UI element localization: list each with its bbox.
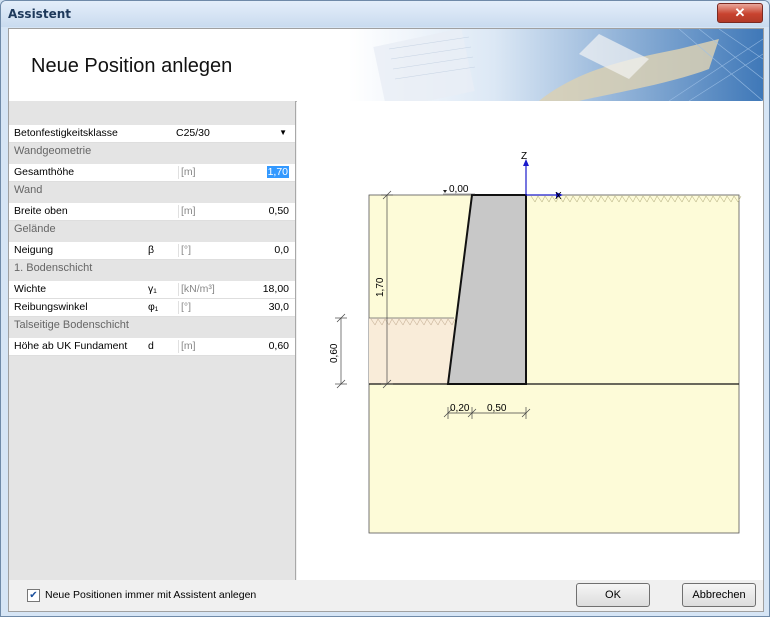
property-unit: [m]: [178, 340, 196, 353]
window-title: Assistent: [8, 7, 71, 21]
chevron-down-icon[interactable]: ▼: [279, 128, 287, 137]
title-bar: Assistent ✕: [1, 1, 769, 27]
property-value-input[interactable]: 30,0: [269, 301, 289, 313]
property-value-input[interactable]: 1,70: [266, 166, 289, 178]
property-unit: [m]: [178, 166, 196, 179]
property-category: Talseitige Bodenschicht: [9, 317, 295, 334]
property-label: Neigung: [14, 244, 54, 256]
property-category: 1. Bodenschicht: [9, 260, 295, 277]
property-label: Betonfestigkeitsklasse: [14, 127, 118, 139]
category-label: Wand: [14, 184, 43, 196]
property-row[interactable]: Wichte γ₁ [kN/m³] 18,00: [9, 281, 295, 299]
cancel-button[interactable]: Abbrechen: [682, 583, 756, 607]
always-use-assistant-label[interactable]: Neue Positionen immer mit Assistent anle…: [45, 589, 256, 601]
category-label: Talseitige Bodenschicht: [14, 319, 129, 331]
wall-preview-drawing: Z X 0,00 1,70 0,60 0,20 0,50: [297, 101, 763, 580]
category-label: Wandgeometrie: [14, 145, 92, 157]
dim-height-label: 1,70: [375, 277, 386, 297]
property-value-input[interactable]: 0,60: [269, 340, 289, 352]
category-label: Gelände: [14, 223, 56, 235]
property-unit: [kN/m³]: [178, 283, 215, 296]
property-symbol: d: [148, 340, 154, 352]
property-row[interactable]: Reibungswinkel φ₁ [°] 30,0: [9, 299, 295, 317]
property-row[interactable]: Gesamthöhe [m] 1,70: [9, 164, 295, 182]
assistant-dialog: Assistent ✕ Neue Position anlegen Betonf…: [0, 0, 770, 617]
dialog-footer: ✔ Neue Positionen immer mit Assistent an…: [9, 580, 763, 611]
property-unit: [m]: [178, 205, 196, 218]
property-grid: Betonfestigkeitsklasse C25/30 ▼ Wandgeometr…: [9, 101, 296, 580]
page-title: Neue Position anlegen: [31, 55, 233, 77]
property-label: Breite oben: [14, 205, 68, 217]
wizard-header: Neue Position anlegen: [9, 29, 763, 102]
property-unit: [°]: [178, 244, 191, 257]
front-soil: [369, 318, 454, 384]
property-value-input[interactable]: 0,0: [274, 244, 289, 256]
property-grid-toolbar: [9, 101, 295, 123]
property-symbol: β: [148, 244, 155, 256]
dialog-client: Neue Position anlegen Betonfestigkeitskl…: [8, 28, 764, 612]
property-value-input[interactable]: 0,50: [269, 205, 289, 217]
property-label: Wichte: [14, 283, 47, 295]
category-label: 1. Bodenschicht: [14, 262, 93, 274]
header-banner-image: [349, 29, 763, 101]
axis-x-label: X: [555, 191, 562, 202]
property-label: Höhe ab UK Fundament: [14, 340, 128, 352]
checkmark-icon: ✔: [29, 590, 38, 601]
property-value-input[interactable]: 18,00: [263, 283, 289, 295]
close-icon: ✕: [734, 5, 746, 20]
concrete-class-select[interactable]: C25/30: [176, 127, 210, 139]
dim-base2-label: 0,50: [487, 403, 507, 414]
close-button[interactable]: ✕: [717, 3, 763, 23]
property-row[interactable]: Betonfestigkeitsklasse C25/30 ▼: [9, 125, 295, 143]
always-use-assistant-checkbox[interactable]: ✔: [27, 589, 40, 602]
property-row[interactable]: Höhe ab UK Fundament d [m] 0,60: [9, 338, 295, 356]
axis-z-label: Z: [521, 151, 527, 162]
level-label: 0,00: [449, 184, 469, 195]
property-symbol: γ₁: [148, 283, 157, 295]
property-row[interactable]: Breite oben [m] 0,50: [9, 203, 295, 221]
dim-soil-label: 0,60: [329, 343, 340, 363]
property-category: Gelände: [9, 221, 295, 238]
property-label: Reibungswinkel: [14, 301, 88, 313]
dim-base1-label: 0,20: [450, 403, 470, 414]
ok-button[interactable]: OK: [576, 583, 650, 607]
property-row[interactable]: Neigung β [°] 0,0: [9, 242, 295, 260]
property-category: Wand: [9, 182, 295, 199]
property-symbol: φ₁: [148, 301, 159, 313]
property-unit: [°]: [178, 301, 191, 314]
property-category: Wandgeometrie: [9, 143, 295, 160]
retaining-wall-diagram: Z X 0,00 1,70 0,60 0,20 0,50: [329, 151, 742, 534]
property-label: Gesamthöhe: [14, 166, 75, 178]
